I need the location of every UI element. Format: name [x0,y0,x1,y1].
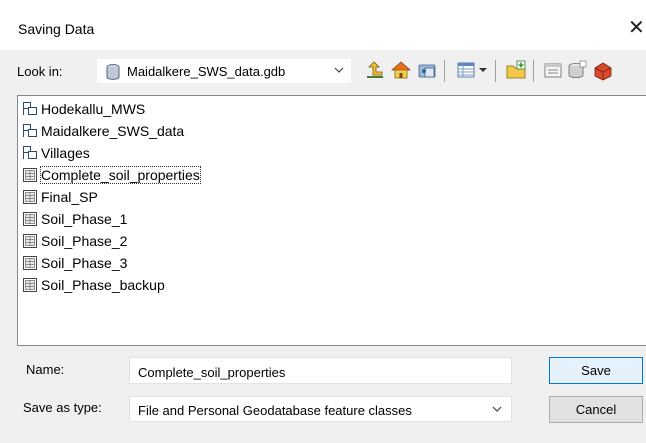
toolbar-separator [444,60,445,82]
toolbar-separator [495,60,496,82]
dialog-title: Saving Data [18,21,95,37]
item-label: Complete_soil_properties [40,166,201,184]
look-in-dropdown[interactable]: Maidalkere_SWS_data.gdb [96,58,352,84]
look-in-value: Maidalkere_SWS_data.gdb [127,64,286,79]
list-item[interactable]: Maidalkere_SWS_data [22,121,184,141]
table-icon [22,167,38,183]
item-label: Final_SP [41,189,98,205]
name-input[interactable]: Complete_soil_properties [129,357,512,384]
file-list[interactable]: Hodekallu_MWS Maidalkere_SWS_data Villag… [17,95,646,346]
table-icon [22,255,38,271]
feature-dataset-icon [22,123,38,139]
item-label: Hodekallu_MWS [41,101,146,117]
save-dialog: Saving Data ✕ Look in: Maidalkere_SWS_da… [0,0,646,443]
look-in-label: Look in: [17,64,63,79]
feature-dataset-icon [22,101,38,117]
database-icon [106,64,120,83]
item-label: Soil_Phase_1 [41,211,128,227]
list-item[interactable]: Soil_Phase_backup [22,275,165,295]
save-button[interactable]: Save [549,357,643,384]
home-icon[interactable] [390,59,412,81]
new-database-icon[interactable] [566,59,588,81]
close-icon[interactable]: ✕ [628,18,645,38]
chevron-down-icon [333,64,345,79]
list-item[interactable]: Villages [22,143,90,163]
toolbox-icon[interactable] [592,59,614,81]
name-label: Name: [26,362,65,377]
save-as-type-label: Save as type: [23,400,102,415]
feature-dataset-icon [22,145,38,161]
catalog-icon[interactable] [542,59,564,81]
title-bar: Saving Data ✕ [0,0,646,50]
new-folder-icon[interactable] [505,59,527,81]
item-label: Villages [41,145,90,161]
cancel-button[interactable]: Cancel [549,396,643,423]
chevron-down-icon [491,403,503,418]
item-label: Soil_Phase_3 [41,255,128,271]
list-item-selected[interactable]: Complete_soil_properties [22,165,201,185]
view-chevron-down-icon[interactable] [477,59,489,81]
connect-folder-icon[interactable] [416,59,438,81]
toolbar-separator [533,60,534,82]
list-item[interactable]: Final_SP [22,187,98,207]
table-icon [22,211,38,227]
up-one-level-icon[interactable] [364,59,386,81]
table-icon [22,233,38,249]
list-item[interactable]: Soil_Phase_3 [22,253,127,273]
item-label: Maidalkere_SWS_data [41,123,185,139]
list-item[interactable]: Soil_Phase_2 [22,231,127,251]
table-icon [22,277,38,293]
save-as-type-value: File and Personal Geodatabase feature cl… [138,403,412,418]
table-icon [22,189,38,205]
item-label: Soil_Phase_2 [41,233,128,249]
item-label: Soil_Phase_backup [41,277,165,293]
list-item[interactable]: Soil_Phase_1 [22,209,127,229]
save-as-type-select[interactable]: File and Personal Geodatabase feature cl… [129,396,512,422]
view-menu-icon[interactable] [455,59,477,81]
list-item[interactable]: Hodekallu_MWS [22,99,145,119]
